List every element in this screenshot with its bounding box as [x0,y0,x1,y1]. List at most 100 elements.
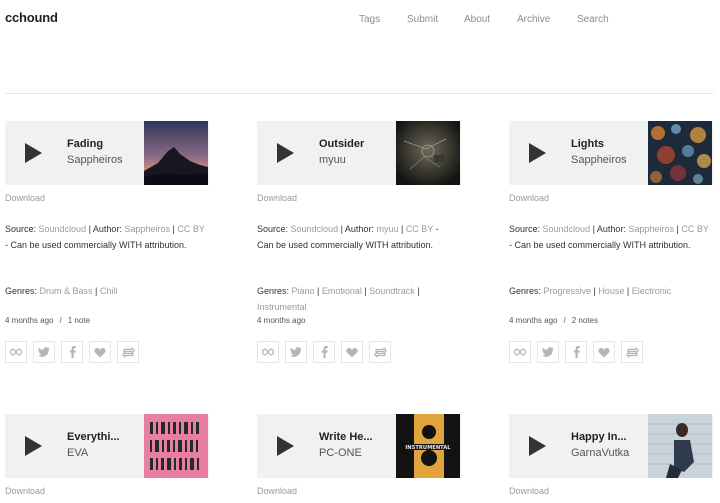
notes-count[interactable]: 1 note [68,316,90,325]
reblog-icon[interactable] [369,341,391,363]
post-time[interactable]: 4 months ago [509,316,557,325]
source-label: Source: [257,224,291,234]
track-info: Source: Soundcloud | Author: Sappheiros … [5,222,205,253]
post-meta: 4 months ago / 1 note [5,316,90,325]
reblog-icon[interactable] [117,341,139,363]
nav-submit[interactable]: Submit [407,14,438,25]
track-artist: EVA [67,447,89,459]
author-label: | Author: [86,224,125,234]
infinity-icon[interactable] [509,341,531,363]
source-link[interactable]: Soundcloud [291,224,339,234]
genre-link[interactable]: Chill [100,286,118,296]
album-cover [648,121,712,185]
post-meta: 4 months ago [257,316,305,325]
nav-search[interactable]: Search [577,14,609,25]
genre-link[interactable]: Electronic [632,286,672,296]
twitter-icon[interactable] [33,341,55,363]
play-icon[interactable] [277,143,294,163]
play-icon[interactable] [529,436,546,456]
infinity-icon[interactable] [5,341,27,363]
nav-tags[interactable]: Tags [359,14,380,25]
genres: Genres: Progressive | House | Electronic [509,286,672,296]
reblog-icon[interactable] [621,341,643,363]
source-label: Source: [509,224,543,234]
heart-icon[interactable] [593,341,615,363]
track-artist: PC-ONE [319,447,362,459]
track-title: Everythi... [67,431,120,443]
download-link[interactable]: Download [257,486,297,496]
genre-link[interactable]: House [598,286,624,296]
download-link[interactable]: Download [5,193,45,203]
cover-text: INSTRUMENTAL [405,445,451,451]
genres-label: Genres: [509,286,544,296]
post-meta: 4 months ago / 2 notes [509,316,598,325]
track-info: Source: Soundcloud | Author: Sappheiros … [509,222,709,253]
play-icon[interactable] [25,436,42,456]
genres-label: Genres: [257,286,292,296]
play-icon[interactable] [25,143,42,163]
heart-icon[interactable] [89,341,111,363]
license-link[interactable]: CC BY [681,224,708,234]
track-title: Happy In... [571,431,627,443]
source-link[interactable]: Soundcloud [39,224,87,234]
play-icon[interactable] [529,143,546,163]
genres: Genres: Piano | Emotional | Soundtrack |… [257,286,420,312]
heart-icon[interactable] [341,341,363,363]
facebook-icon[interactable] [313,341,335,363]
license-text: - Can be used commercially WITH attribut… [509,239,691,250]
twitter-icon[interactable] [537,341,559,363]
track-artist: Sappheiros [571,154,627,166]
genre-link[interactable]: Instrumental [257,302,307,312]
nav-about[interactable]: About [464,14,490,25]
meta-separator: / [59,316,62,325]
infinity-icon[interactable] [257,341,279,363]
post-time[interactable]: 4 months ago [5,316,53,325]
play-icon[interactable] [277,436,294,456]
genre-link[interactable]: Soundtrack [369,286,415,296]
source-label: Source: [5,224,39,234]
track-title: Lights [571,138,604,150]
author-link[interactable]: Sappheiros [124,224,170,234]
header-divider [5,93,714,94]
download-link[interactable]: Download [5,486,45,496]
genre-link[interactable]: Emotional [322,286,362,296]
genre-link[interactable]: Drum & Bass [40,286,93,296]
site-header: cchound Tags Submit About Archive Search [0,0,720,40]
post-time[interactable]: 4 months ago [257,316,305,325]
audio-player: Everythi... EVA [5,414,209,478]
genre-link[interactable]: Piano [292,286,315,296]
notes-count[interactable]: 2 notes [572,316,598,325]
author-label: | Author: [590,224,629,234]
download-link[interactable]: Download [509,193,549,203]
track-artist: GarnaVutka [571,447,630,459]
author-link[interactable]: myuu [376,224,398,234]
source-link[interactable]: Soundcloud [543,224,591,234]
main-nav: Tags Submit About Archive Search [0,14,720,28]
genre-link[interactable]: Progressive [544,286,592,296]
twitter-icon[interactable] [285,341,307,363]
audio-player: Lights Sappheiros [509,121,713,185]
separator: | [398,224,406,234]
audio-player: Happy In... GarnaVutka [509,414,713,478]
album-cover: INSTRUMENTAL [396,414,460,478]
genres: Genres: Drum & Bass | Chill [5,286,118,296]
facebook-icon[interactable] [565,341,587,363]
facebook-icon[interactable] [61,341,83,363]
album-cover [144,414,208,478]
album-cover [144,121,208,185]
audio-player: Write He... PC-ONE INSTRUMENTAL [257,414,461,478]
nav-archive[interactable]: Archive [517,14,550,25]
license-link[interactable]: CC BY [177,224,204,234]
author-link[interactable]: Sappheiros [628,224,674,234]
license-text: - Can be used commercially WITH attribut… [5,239,187,250]
download-link[interactable]: Download [509,486,549,496]
track-title: Outsider [319,138,365,150]
license-link[interactable]: CC BY [406,224,433,234]
track-info: Source: Soundcloud | Author: myuu | CC B… [257,222,457,253]
album-cover [396,121,460,185]
download-link[interactable]: Download [257,193,297,203]
genres-label: Genres: [5,286,40,296]
audio-player: Outsider myuu [257,121,461,185]
track-title: Write He... [319,431,373,443]
album-cover [648,414,712,478]
